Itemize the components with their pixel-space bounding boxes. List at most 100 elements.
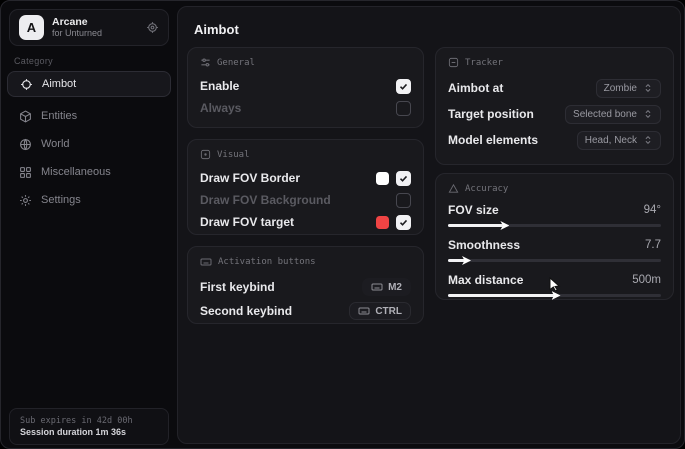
fov-size-value: 94° — [644, 204, 661, 216]
row-label: FOV size — [448, 203, 499, 217]
sidebar-item-entities[interactable]: Entities — [7, 103, 171, 129]
keyboard-icon — [200, 256, 212, 268]
slider-thumb[interactable] — [500, 221, 509, 230]
row-label: Model elements — [448, 133, 538, 147]
sidebar-item-world[interactable]: World — [7, 131, 171, 157]
app-subtitle: for Unturned — [52, 28, 138, 38]
entities-cube-icon — [19, 110, 32, 123]
tracker-box-icon — [448, 57, 459, 68]
max-distance-group: Max distance 500m — [448, 271, 661, 297]
chevrons-up-down-icon — [643, 109, 653, 119]
row-label: Aimbot at — [448, 81, 503, 95]
keyboard-icon — [358, 305, 370, 317]
always-row: Always — [200, 97, 411, 119]
max-distance-slider[interactable] — [448, 294, 661, 297]
row-label: Draw FOV Border — [200, 171, 300, 185]
chevrons-up-down-icon — [643, 83, 653, 93]
dropdown-value: Zombie — [604, 83, 637, 94]
visual-card: Visual Draw FOV Border Draw FOV Backgrou… — [187, 139, 424, 235]
card-title: Accuracy — [465, 184, 508, 194]
subscription-info: Sub expires in 42d 00h Session duration … — [9, 408, 169, 445]
card-title: Visual — [217, 150, 250, 160]
first-keybind-button[interactable]: M2 — [362, 278, 411, 296]
smoothness-slider[interactable] — [448, 259, 661, 262]
row-label: Always — [200, 101, 241, 115]
visual-dots-icon — [200, 149, 211, 160]
enable-checkbox[interactable] — [396, 79, 411, 94]
row-label: Draw FOV Background — [200, 193, 331, 207]
row-label: First keybind — [200, 280, 275, 294]
row-label: Smoothness — [448, 238, 520, 252]
sidebar-item-label: Aimbot — [42, 78, 76, 90]
app-header: A Arcane for Unturned — [9, 9, 169, 46]
fov-background-row: Draw FOV Background — [200, 189, 411, 211]
second-keybind-button[interactable]: CTRL — [349, 302, 411, 320]
fov-border-row: Draw FOV Border — [200, 167, 411, 189]
always-checkbox[interactable] — [396, 101, 411, 116]
tracker-card: Tracker Aimbot at Zombie Target position… — [435, 47, 674, 165]
row-label: Second keybind — [200, 304, 292, 318]
aimbot-at-dropdown[interactable]: Zombie — [596, 79, 661, 98]
card-title: Tracker — [465, 58, 503, 68]
app-name: Arcane — [52, 16, 138, 28]
crosshair-icon — [20, 78, 33, 91]
fov-target-checkbox[interactable] — [396, 215, 411, 230]
sidebar-item-label: World — [41, 138, 70, 150]
smoothness-group: Smoothness 7.7 — [448, 236, 661, 262]
row-label: Max distance — [448, 273, 523, 287]
slider-thumb[interactable] — [552, 291, 561, 300]
fov-size-slider[interactable] — [448, 224, 661, 227]
model-elements-dropdown[interactable]: Head, Neck — [577, 131, 661, 150]
globe-icon — [19, 138, 32, 151]
dropdown-value: Head, Neck — [585, 135, 637, 146]
gear-icon — [19, 194, 32, 207]
session-duration-text: Session duration 1m 36s — [20, 427, 158, 437]
sidebar-item-label: Settings — [41, 194, 81, 206]
main-panel: Aimbot General Enable Always — [177, 6, 681, 444]
fov-target-row: Draw FOV target — [200, 211, 411, 233]
sub-expiry-text: Sub expires in 42d 00h — [20, 416, 158, 426]
target-position-row: Target position Selected bone — [448, 101, 661, 127]
enable-row: Enable — [200, 75, 411, 97]
sidebar-item-label: Miscellaneous — [41, 166, 111, 178]
fov-size-group: FOV size 94° — [448, 201, 661, 227]
target-position-dropdown[interactable]: Selected bone — [565, 105, 661, 124]
sidebar-item-aimbot[interactable]: Aimbot — [7, 71, 171, 97]
chevrons-up-down-icon — [643, 135, 653, 145]
smoothness-value: 7.7 — [645, 239, 661, 251]
keybind-value: M2 — [388, 282, 402, 293]
crosshair-settings-icon[interactable] — [146, 21, 159, 34]
slider-thumb[interactable] — [462, 256, 471, 265]
triangle-icon — [448, 183, 459, 194]
general-card: General Enable Always — [187, 47, 424, 128]
sidebar-item-miscellaneous[interactable]: Miscellaneous — [7, 159, 171, 185]
max-distance-value: 500m — [632, 274, 661, 286]
fov-background-checkbox[interactable] — [396, 193, 411, 208]
first-keybind-row: First keybind M2 — [200, 275, 411, 299]
app-logo: A — [19, 15, 44, 40]
activation-card: Activation buttons First keybind M2 Seco… — [187, 246, 424, 324]
fov-border-color-swatch[interactable] — [376, 172, 389, 185]
page-title: Aimbot — [194, 22, 239, 37]
sidebar-item-label: Entities — [41, 110, 77, 122]
card-title: Activation buttons — [218, 257, 316, 267]
dropdown-value: Selected bone — [573, 109, 637, 120]
grid-layout-icon — [19, 166, 32, 179]
keybind-value: CTRL — [375, 306, 402, 317]
fov-border-checkbox[interactable] — [396, 171, 411, 186]
sidebar-item-settings[interactable]: Settings — [7, 187, 171, 213]
model-elements-row: Model elements Head, Neck — [448, 127, 661, 153]
sidebar: A Arcane for Unturned Category Aimbot En… — [1, 1, 177, 448]
row-label: Enable — [200, 79, 239, 93]
row-label: Target position — [448, 107, 534, 121]
card-title: General — [217, 58, 255, 68]
sliders-icon — [200, 57, 211, 68]
row-label: Draw FOV target — [200, 215, 294, 229]
accuracy-card: Accuracy FOV size 94° Smoothness 7.7 — [435, 173, 674, 300]
fov-target-color-swatch[interactable] — [376, 216, 389, 229]
aimbot-at-row: Aimbot at Zombie — [448, 75, 661, 101]
category-label: Category — [14, 56, 53, 66]
second-keybind-row: Second keybind CTRL — [200, 299, 411, 323]
keyboard-icon — [371, 281, 383, 293]
app-window: A Arcane for Unturned Category Aimbot En… — [0, 0, 685, 449]
